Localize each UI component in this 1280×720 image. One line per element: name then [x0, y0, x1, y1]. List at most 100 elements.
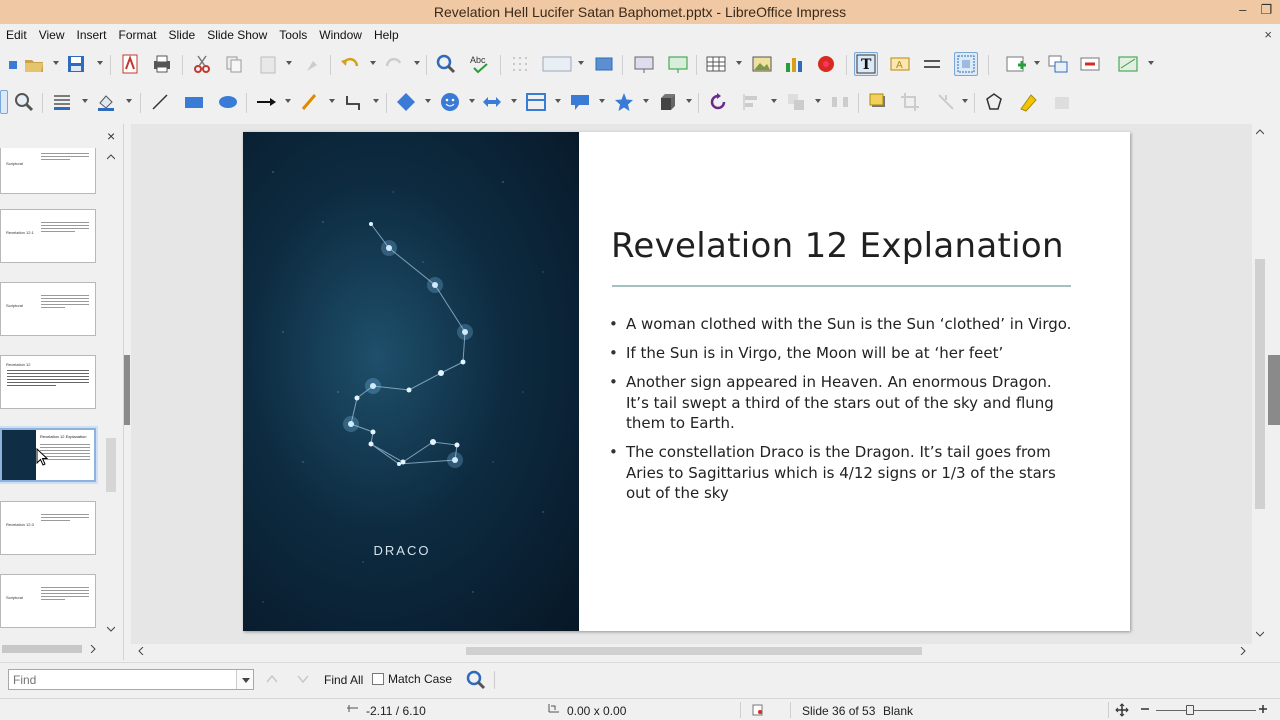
align-dropdown-icon[interactable] — [771, 99, 777, 105]
fontwork-icon[interactable]: A — [888, 52, 912, 76]
curves-icon[interactable] — [298, 90, 322, 114]
find-replace-dialog-icon[interactable] — [464, 668, 488, 692]
document-modified-icon[interactable] — [752, 704, 764, 716]
symbol-shapes-icon[interactable] — [438, 90, 462, 114]
close-slide-pane-button[interactable]: × — [107, 128, 115, 144]
paste-icon[interactable] — [256, 52, 280, 76]
zoom-pan-icon[interactable] — [12, 90, 36, 114]
scrollbar-thumb[interactable] — [106, 438, 116, 492]
scroll-down-icon[interactable] — [107, 626, 115, 632]
line-color-icon[interactable] — [50, 90, 74, 114]
curves-dropdown-icon[interactable] — [329, 99, 335, 105]
scroll-up-icon[interactable] — [107, 154, 115, 160]
callouts-dropdown-icon[interactable] — [599, 99, 605, 105]
master-slide-icon[interactable] — [592, 52, 616, 76]
match-case-checkbox[interactable] — [372, 673, 384, 685]
scrollbar-thumb[interactable] — [466, 647, 922, 655]
menu-insert[interactable]: Insert — [76, 28, 115, 42]
rectangle-icon[interactable] — [182, 90, 206, 114]
flowchart-dropdown-icon[interactable] — [555, 99, 561, 105]
start-from-current-icon[interactable] — [666, 52, 690, 76]
slide-thumbnail[interactable]: Scriptural — [0, 282, 96, 336]
menu-window[interactable]: Window — [319, 28, 371, 42]
callouts-icon[interactable] — [568, 90, 592, 114]
align-icon[interactable] — [740, 90, 764, 114]
scroll-right-icon[interactable] — [1240, 647, 1246, 655]
find-next-icon[interactable] — [297, 674, 309, 684]
scrollbar-thumb[interactable] — [1255, 259, 1265, 509]
lines-arrows-dropdown-icon[interactable] — [285, 99, 291, 105]
slide-thumbnail[interactable]: Revelation 12:1 — [0, 209, 96, 263]
new-slide-dropdown-icon[interactable] — [1034, 61, 1040, 67]
chart-icon[interactable] — [782, 52, 806, 76]
menu-tools[interactable]: Tools — [279, 28, 316, 42]
text-box-icon[interactable]: T — [854, 52, 878, 76]
slide-canvas[interactable]: DRACO Revelation 12 Explanation A woman … — [243, 132, 1130, 631]
slide-thumbnail[interactable]: Scriptural — [0, 148, 96, 194]
slide-layout-icon[interactable] — [1116, 52, 1140, 76]
slide-layout-dropdown-icon[interactable] — [1148, 61, 1154, 67]
line-icon[interactable] — [148, 90, 172, 114]
connectors-icon[interactable] — [342, 90, 366, 114]
start-from-first-icon[interactable] — [632, 52, 656, 76]
arrange-dropdown-icon[interactable] — [815, 99, 821, 105]
find-replace-icon[interactable] — [434, 52, 458, 76]
find-history-dropdown[interactable] — [236, 670, 253, 689]
table-icon[interactable] — [704, 52, 728, 76]
flowchart-icon[interactable] — [524, 90, 548, 114]
menu-format[interactable]: Format — [119, 28, 166, 42]
find-input[interactable] — [8, 669, 254, 690]
open-icon[interactable] — [22, 52, 46, 76]
points-icon[interactable] — [982, 90, 1006, 114]
workspace-vertical-scrollbar[interactable] — [1252, 124, 1268, 644]
select-icon[interactable] — [0, 90, 8, 114]
3d-objects-icon[interactable] — [656, 90, 680, 114]
scroll-right-icon[interactable] — [90, 645, 96, 653]
slide-thumbnail[interactable]: Revelation 12:3 — [0, 501, 96, 555]
menu-view[interactable]: View — [39, 28, 74, 42]
slide-thumbnail[interactable]: Revelation 12 — [0, 355, 96, 409]
image-icon[interactable] — [750, 52, 774, 76]
pane-splitter-handle[interactable] — [124, 355, 130, 425]
new-slide-icon[interactable] — [1004, 52, 1028, 76]
filter-dropdown-icon[interactable] — [962, 99, 968, 105]
slide-title[interactable]: Revelation 12 Explanation — [611, 226, 1064, 266]
shadow-icon[interactable] — [866, 90, 890, 114]
display-views-icon[interactable] — [540, 52, 574, 76]
stars-dropdown-icon[interactable] — [643, 99, 649, 105]
spelling-icon[interactable]: Abc — [468, 52, 492, 76]
filter-icon[interactable] — [934, 90, 958, 114]
block-arrows-icon[interactable] — [480, 90, 504, 114]
save-dropdown-icon[interactable] — [97, 61, 103, 67]
save-icon[interactable] — [64, 52, 88, 76]
redo-dropdown-icon[interactable] — [414, 61, 420, 67]
zoom-out-icon[interactable] — [1140, 704, 1150, 714]
scroll-up-icon[interactable] — [1256, 129, 1264, 135]
fill-color-dropdown-icon[interactable] — [126, 99, 132, 105]
rotate-icon[interactable] — [706, 90, 730, 114]
copy-icon[interactable] — [222, 52, 246, 76]
open-dropdown-icon[interactable] — [53, 61, 59, 67]
print-icon[interactable] — [150, 52, 174, 76]
crop-icon[interactable] — [898, 90, 922, 114]
display-grid-icon[interactable] — [508, 52, 532, 76]
paste-dropdown-icon[interactable] — [286, 61, 292, 67]
slide-bullet-list[interactable]: A woman clothed with the Sun is the Sun … — [609, 314, 1079, 512]
menu-help[interactable]: Help — [374, 28, 408, 42]
draco-constellation-image[interactable]: DRACO — [243, 132, 579, 631]
menu-slide[interactable]: Slide — [169, 28, 205, 42]
media-icon[interactable] — [814, 52, 838, 76]
fill-color-icon[interactable] — [94, 90, 118, 114]
undo-icon[interactable] — [338, 52, 362, 76]
new-doc-icon[interactable] — [0, 52, 24, 76]
scroll-left-icon[interactable] — [138, 647, 144, 655]
toggle-extrusion-icon[interactable] — [1050, 90, 1074, 114]
lines-arrows-icon[interactable] — [254, 90, 278, 114]
connectors-dropdown-icon[interactable] — [373, 99, 379, 105]
symbol-shapes-dropdown-icon[interactable] — [469, 99, 475, 105]
find-all-button[interactable]: Find All — [324, 673, 363, 687]
transitions-icon[interactable] — [920, 52, 944, 76]
table-dropdown-icon[interactable] — [736, 61, 742, 67]
find-previous-icon[interactable] — [266, 674, 278, 684]
workspace-horizontal-scrollbar[interactable] — [131, 644, 1252, 658]
